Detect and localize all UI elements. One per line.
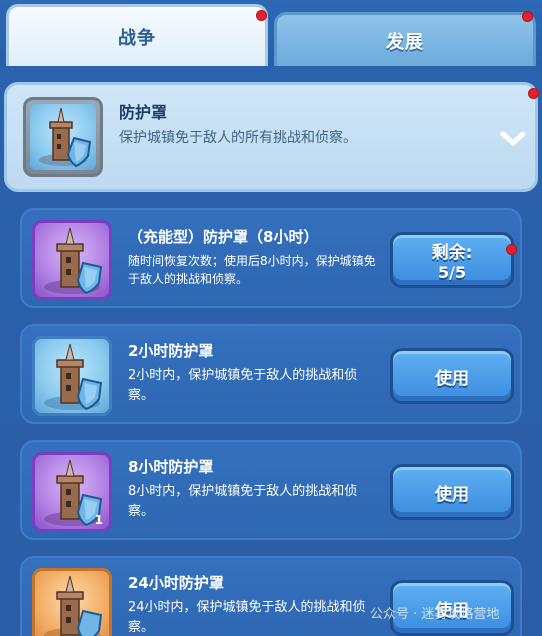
- tab-war-notification-dot: [256, 10, 267, 21]
- item-icon-frame: 1: [32, 452, 112, 532]
- use-button-label: 使用: [435, 484, 469, 505]
- tab-war-label: 战争: [118, 27, 156, 49]
- item-count: 1: [94, 513, 103, 527]
- item-title: 24小时防护罩: [128, 574, 224, 592]
- item-title: 8小时防护罩: [128, 458, 214, 476]
- list-item-24h-shield: 24小时防护罩 24小时内，保护城镇免于敌人的挑战和侦察。 使用: [20, 556, 522, 636]
- item-icon-frame: [32, 568, 112, 636]
- shield-tower-icon: [44, 227, 103, 295]
- use-button[interactable]: 使用: [390, 464, 514, 520]
- tab-war[interactable]: 战争: [6, 4, 268, 66]
- item-description: 2小时内，保护城镇免于敌人的挑战和侦察。: [128, 368, 358, 403]
- use-button-label: 使用: [435, 368, 469, 389]
- watermark: 公众号 · 迷雾攻略营地: [370, 607, 500, 622]
- item-description: 随时间恢复次数；使用后8小时内，保护城镇免于敌人的挑战和侦察。: [128, 254, 376, 286]
- tab-development-label: 发展: [386, 31, 424, 53]
- summary-notification-dot: [528, 88, 539, 99]
- list-item-8h-shield: 1 8小时防护罩 8小时内，保护城镇免于敌人的挑战和侦察。 使用: [20, 440, 522, 540]
- item-title: （充能型）防护罩（8小时）: [128, 228, 319, 246]
- tab-development-notification-dot: [522, 11, 533, 22]
- item-icon-frame: [32, 220, 112, 300]
- item-description: 24小时内，保护城镇免于敌人的挑战和侦察。: [128, 600, 366, 635]
- shield-summary-card[interactable]: 防护罩 保护城镇免于敌人的所有挑战和侦察。: [4, 82, 539, 192]
- item-title: 2小时防护罩: [128, 342, 214, 360]
- shield-tower-icon: [44, 575, 103, 636]
- shield-tower-icon: [44, 343, 103, 411]
- summary-description: 保护城镇免于敌人的所有挑战和侦察。: [119, 130, 357, 146]
- remaining-label: 剩余:: [431, 243, 473, 263]
- remaining-value: 5/5: [437, 263, 467, 282]
- tab-bar: 战争 发展: [0, 0, 542, 70]
- summary-title: 防护罩: [119, 103, 168, 122]
- item-icon-frame: [32, 336, 112, 416]
- list-item-rechargeable-shield: （充能型）防护罩（8小时） 随时间恢复次数；使用后8小时内，保护城镇免于敌人的挑…: [20, 208, 522, 308]
- item-description: 8小时内，保护城镇免于敌人的挑战和侦察。: [128, 484, 358, 519]
- shield-tower-icon: [39, 107, 92, 168]
- remaining-count-button[interactable]: 剩余: 5/5: [390, 232, 514, 288]
- remaining-notification-dot: [506, 244, 517, 255]
- chevron-down-icon[interactable]: [499, 125, 527, 153]
- use-button[interactable]: 使用: [390, 348, 514, 404]
- shield-summary-icon: [23, 97, 103, 177]
- list-item-2h-shield: 2小时防护罩 2小时内，保护城镇免于敌人的挑战和侦察。 使用: [20, 324, 522, 424]
- tab-development[interactable]: 发展: [274, 12, 536, 66]
